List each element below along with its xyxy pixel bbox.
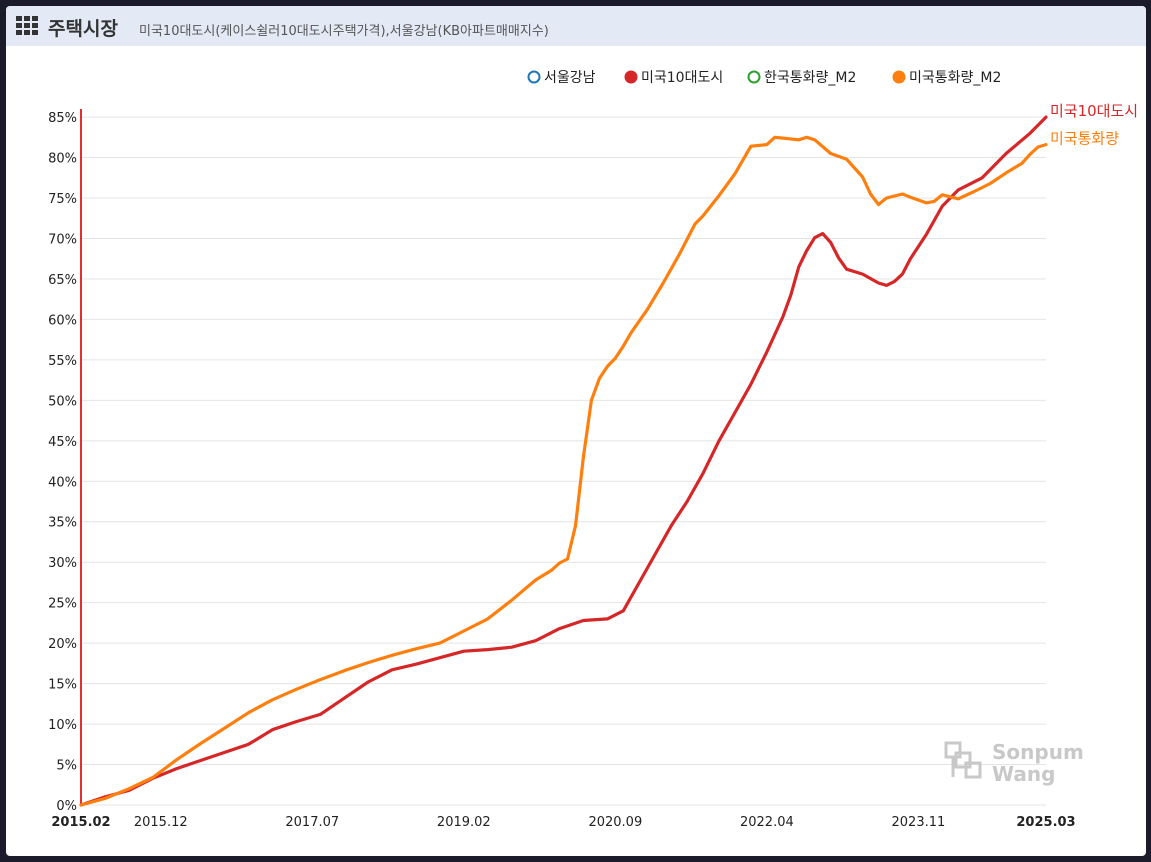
y-tick-label: 85% <box>48 111 77 126</box>
legend-marker[interactable] <box>527 70 541 84</box>
y-tick-label: 15% <box>48 678 77 693</box>
y-tick-label: 40% <box>48 475 77 490</box>
watermark-line1: Sonpum <box>992 740 1084 764</box>
grid-lines <box>80 109 1046 806</box>
x-tick-label: 2025.03 <box>1016 815 1075 830</box>
series-end-label: 미국통화량 <box>1050 130 1119 148</box>
y-tick-label: 20% <box>48 637 77 652</box>
x-tick-label: 2019.02 <box>437 815 491 830</box>
y-tick-label: 65% <box>48 273 77 288</box>
legend: 서울강남 미국10대도시 한국통화량_M2 미국통화량_M2 <box>527 70 1001 86</box>
series-end-label: 미국10대도시 <box>1050 102 1138 120</box>
series-line[interactable] <box>79 135 1048 807</box>
watermark-logo-icon <box>944 741 982 779</box>
x-tick-label: 2020.09 <box>588 815 642 830</box>
x-tick-label: 2022.04 <box>740 815 794 830</box>
x-tick-label: 2023.11 <box>892 815 946 830</box>
legend-marker[interactable] <box>747 70 761 84</box>
y-tick-label: 80% <box>48 152 77 167</box>
y-tick-label: 25% <box>48 597 77 612</box>
series-line[interactable] <box>79 115 1048 807</box>
legend-item-label[interactable]: 서울강남 <box>544 70 596 86</box>
y-tick-label: 45% <box>48 435 77 450</box>
y-tick-label: 35% <box>48 516 77 531</box>
y-tick-label: 30% <box>48 556 77 571</box>
x-tick-label: 2015.12 <box>134 815 188 830</box>
legend-item-label[interactable]: 미국통화량_M2 <box>909 70 1001 86</box>
y-tick-label: 75% <box>48 192 77 207</box>
line-chart: 0% 5% 10% 15% 20% 25% 30% 35% 40% 45% 50% 55% 60% 65%… <box>48 70 1138 830</box>
watermark-line2: Wang <box>992 762 1055 786</box>
y-tick-label: 70% <box>48 232 77 247</box>
series-lines: 미국10대도시미국통화량 <box>79 102 1138 807</box>
x-tick-label: 2015.02 <box>51 815 110 830</box>
y-tick-label: 55% <box>48 354 77 369</box>
y-tick-label: 60% <box>48 313 77 328</box>
legend-marker[interactable] <box>892 70 906 84</box>
legend-marker[interactable] <box>624 70 638 84</box>
legend-item-label[interactable]: 한국통화량_M2 <box>764 70 856 86</box>
y-tick-label: 0% <box>56 799 77 814</box>
y-tick-label: 10% <box>48 718 77 733</box>
watermark: Sonpum Wang <box>944 740 1084 786</box>
chart-panel: 주택시장 미국10대도시(케이스쉴러10대도시주택가격),서울강남(KB아파트매… <box>6 6 1146 856</box>
legend-item-label[interactable]: 미국10대도시 <box>641 70 723 86</box>
x-axis-ticks: 2015.02 2015.12 2017.07 2019.02 2020.09 2022.… <box>51 815 1075 830</box>
y-tick-label: 5% <box>56 759 77 774</box>
y-axis-ticks: 0% 5% 10% 15% 20% 25% 30% 35% 40% 45% 50% 55% 60% 65%… <box>48 111 77 814</box>
x-tick-label: 2017.07 <box>285 815 339 830</box>
y-tick-label: 50% <box>48 394 77 409</box>
